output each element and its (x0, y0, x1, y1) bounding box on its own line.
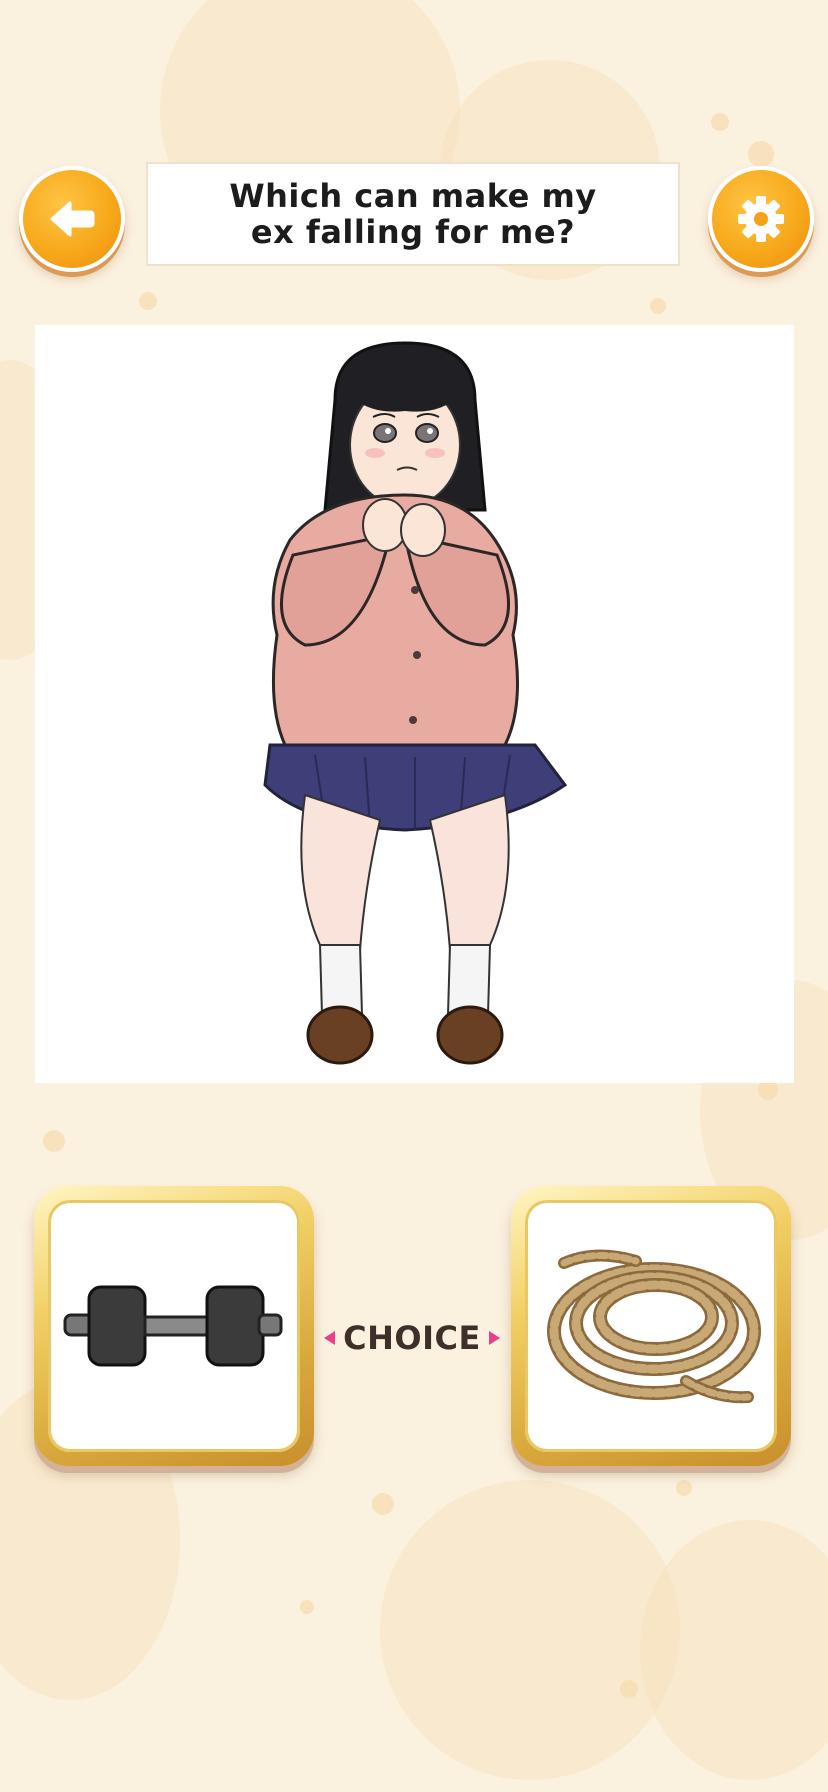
scene-panel (35, 325, 794, 1083)
question-banner: Which can make my ex falling for me? (146, 162, 680, 266)
choice-card-rope[interactable] (511, 1186, 791, 1466)
rope-icon (547, 1249, 761, 1404)
gear-icon (738, 196, 784, 242)
choice-inner-dumbbell (48, 1200, 300, 1452)
choice-label: CHOICE (343, 1319, 481, 1357)
settings-button[interactable] (708, 166, 814, 272)
dumbbell-icon (63, 1285, 283, 1367)
back-button[interactable] (19, 166, 125, 272)
arrow-left-icon (50, 201, 95, 237)
choice-inner-rope (525, 1200, 777, 1452)
character-illustration (263, 341, 568, 1065)
choice-divider: CHOICE (324, 1316, 500, 1360)
left-pointer-icon (324, 1331, 336, 1345)
right-pointer-icon (488, 1331, 500, 1345)
question-text: Which can make my ex falling for me? (229, 177, 597, 251)
choice-card-dumbbell[interactable] (34, 1186, 314, 1466)
